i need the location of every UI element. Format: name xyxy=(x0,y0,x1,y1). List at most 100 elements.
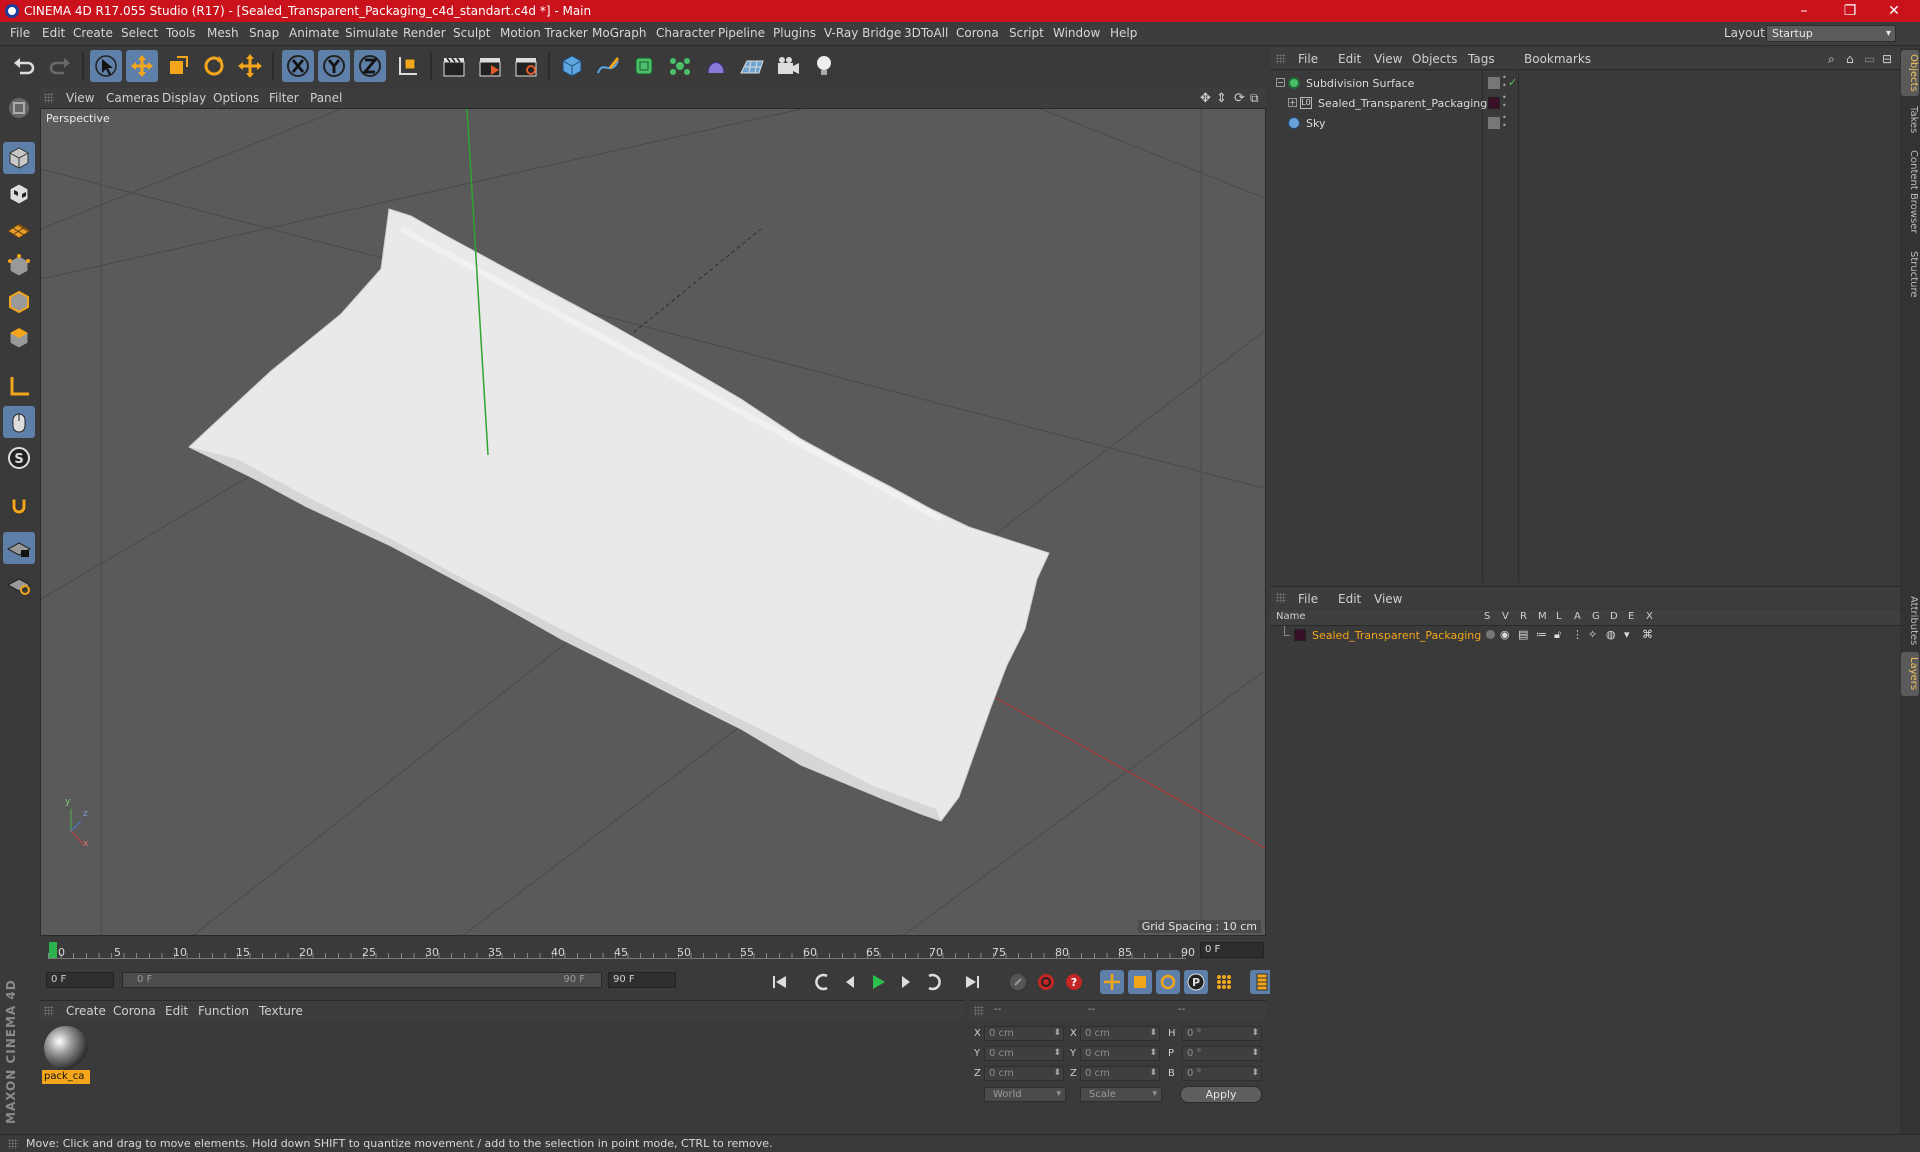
layer-menu-file[interactable]: File xyxy=(1298,592,1318,606)
undo-button[interactable] xyxy=(8,50,40,82)
material-menu-create[interactable]: Create xyxy=(66,1004,106,1018)
next-key-button[interactable] xyxy=(922,970,946,994)
rotation-p-field[interactable]: 0 ° xyxy=(1182,1046,1262,1061)
transform-tool[interactable] xyxy=(234,50,266,82)
object-menu-file[interactable]: File xyxy=(1298,52,1318,66)
object-menu-view[interactable]: View xyxy=(1374,52,1402,66)
deformer-icon[interactable]: ◍ xyxy=(1606,628,1616,641)
coordinate-system-button[interactable] xyxy=(392,50,424,82)
expand-icon[interactable]: + xyxy=(1288,98,1297,107)
maximize-button[interactable]: ❐ xyxy=(1828,0,1872,22)
play-button[interactable] xyxy=(866,970,890,994)
tab-attributes[interactable]: Attributes xyxy=(1901,588,1919,654)
add-subdivision-button[interactable] xyxy=(628,50,660,82)
column-deformers[interactable]: D xyxy=(1610,611,1618,622)
xref-icon[interactable]: ⌘ xyxy=(1642,628,1653,641)
collapse-icon[interactable]: − xyxy=(1276,78,1285,87)
layer-color-swatch[interactable] xyxy=(1294,629,1306,641)
tab-objects[interactable]: Objects xyxy=(1901,50,1919,96)
menu-animate[interactable]: Animate xyxy=(289,26,339,40)
timeline-ruler[interactable]: 0 5 10 15 20 25 30 35 40 45 50 55 60 65 … xyxy=(40,936,1266,962)
previous-frame-button[interactable] xyxy=(838,970,862,994)
render-settings-button[interactable] xyxy=(510,50,542,82)
x-axis-lock[interactable] xyxy=(282,50,314,82)
material-menu-function[interactable]: Function xyxy=(198,1004,249,1018)
column-solo[interactable]: S xyxy=(1484,611,1490,622)
animation-icon[interactable]: ⋮ xyxy=(1572,628,1583,641)
size-mode-select[interactable]: Scale xyxy=(1080,1087,1162,1102)
rotate-tool[interactable] xyxy=(198,50,230,82)
start-frame-field[interactable]: 0 F xyxy=(46,972,114,988)
3d-viewport[interactable]: Perspective y x z Grid Spacing : 10 cm xyxy=(40,108,1266,936)
add-light-button[interactable] xyxy=(808,50,840,82)
key-parameter-button[interactable]: P xyxy=(1184,970,1208,994)
menu-create[interactable]: Create xyxy=(73,26,113,40)
object-row[interactable]: Sky • • xyxy=(1270,114,1900,134)
viewport-menu-filter[interactable]: Filter xyxy=(269,91,299,105)
layer-color-swatch[interactable] xyxy=(1488,77,1500,89)
menu-render[interactable]: Render xyxy=(403,26,446,40)
close-panel-icon[interactable]: ▭ xyxy=(1864,52,1875,66)
eye-icon[interactable]: ◉ xyxy=(1500,628,1510,641)
redo-button[interactable] xyxy=(44,50,76,82)
layer-menu-view[interactable]: View xyxy=(1374,592,1402,606)
viewport-menu-panel[interactable]: Panel xyxy=(310,91,342,105)
tab-takes[interactable]: Takes xyxy=(1901,102,1919,138)
column-expressions[interactable]: E xyxy=(1628,611,1634,622)
snap-button[interactable] xyxy=(3,490,35,522)
render-clapboard-icon[interactable]: ▤ xyxy=(1518,628,1528,641)
layer-color-swatch[interactable] xyxy=(1488,97,1500,109)
model-mode-button[interactable] xyxy=(3,142,35,174)
visibility-dots-icon[interactable]: • • xyxy=(1502,114,1507,130)
points-mode-button[interactable] xyxy=(3,250,35,282)
current-frame-field[interactable]: 0 F xyxy=(1200,942,1264,958)
make-editable-button[interactable] xyxy=(3,92,35,124)
rotation-h-field[interactable]: 0 ° xyxy=(1182,1026,1262,1041)
lock-workplane-button[interactable] xyxy=(3,532,35,564)
menu-select[interactable]: Select xyxy=(121,26,158,40)
position-y-field[interactable]: 0 cm xyxy=(984,1046,1064,1061)
add-camera-button[interactable] xyxy=(772,50,804,82)
column-view[interactable]: V xyxy=(1502,611,1509,622)
texture-mode-button[interactable] xyxy=(3,178,35,210)
layout-select[interactable]: Startup xyxy=(1766,25,1896,42)
menu-file[interactable]: File xyxy=(10,26,30,40)
apply-button[interactable]: Apply xyxy=(1180,1086,1262,1103)
solo-button[interactable]: S xyxy=(3,442,35,474)
column-manager[interactable]: M xyxy=(1538,611,1547,622)
material-menu-edit[interactable]: Edit xyxy=(165,1004,188,1018)
render-view-button[interactable] xyxy=(438,50,470,82)
menu-pipeline[interactable]: Pipeline xyxy=(718,26,765,40)
visibility-dots-icon[interactable]: • • xyxy=(1502,74,1507,90)
previous-key-button[interactable] xyxy=(810,970,834,994)
tweak-mode-button[interactable] xyxy=(3,406,35,438)
viewport-pan-icon[interactable]: ✥ xyxy=(1200,91,1211,106)
menu-simulate[interactable]: Simulate xyxy=(345,26,398,40)
menu-script[interactable]: Script xyxy=(1009,26,1044,40)
add-deformer-button[interactable] xyxy=(700,50,732,82)
viewport-menu-display[interactable]: Display xyxy=(162,91,206,105)
planar-workplane-button[interactable] xyxy=(3,568,35,600)
size-y-field[interactable]: 0 cm xyxy=(1080,1046,1160,1061)
column-render[interactable]: R xyxy=(1520,611,1527,622)
tab-layers[interactable]: Layers xyxy=(1901,652,1919,696)
home-icon[interactable]: ⌂ xyxy=(1846,52,1854,66)
menu-mograph[interactable]: MoGraph xyxy=(592,26,647,40)
go-to-start-button[interactable] xyxy=(768,970,792,994)
menu-plugins[interactable]: Plugins xyxy=(773,26,816,40)
add-cloner-button[interactable] xyxy=(664,50,696,82)
tab-content-browser[interactable]: Content Browser xyxy=(1901,144,1919,240)
scale-tool[interactable] xyxy=(162,50,194,82)
menu-edit[interactable]: Edit xyxy=(42,26,65,40)
object-menu-bookmarks[interactable]: Bookmarks xyxy=(1524,52,1591,66)
position-z-field[interactable]: 0 cm xyxy=(984,1066,1064,1081)
add-floor-button[interactable] xyxy=(736,50,768,82)
polygons-mode-button[interactable] xyxy=(3,322,35,354)
material-item[interactable]: pack_ca xyxy=(40,1020,92,1086)
column-locked[interactable]: L xyxy=(1556,611,1562,622)
object-row[interactable]: − Subdivision Surface • • ✓ xyxy=(1270,74,1900,94)
tab-structure[interactable]: Structure xyxy=(1901,244,1919,304)
position-x-field[interactable]: 0 cm xyxy=(984,1026,1064,1041)
column-animation[interactable]: A xyxy=(1574,611,1581,622)
viewport-maximize-icon[interactable]: ⧉ xyxy=(1250,91,1259,106)
